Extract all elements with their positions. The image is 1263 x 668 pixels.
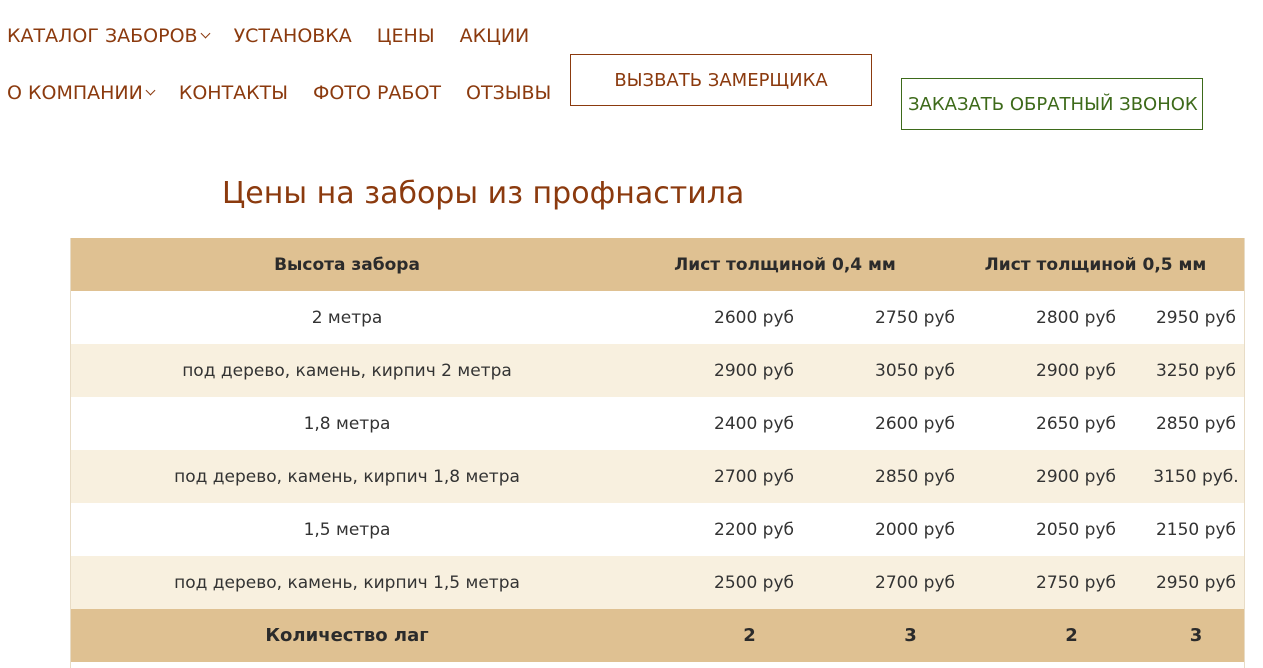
main-nav-row-1: КАТАЛОГ ЗАБОРОВ УСТАНОВКА ЦЕНЫ АКЦИИ: [7, 24, 554, 48]
price-table-body: 2 метра 2600 руб 2750 руб 2800 руб 2950 руб п…: [70, 291, 1245, 609]
footer-value: 2: [946, 609, 1107, 662]
nav-item-photos[interactable]: ФОТО РАБОТ: [313, 81, 441, 105]
chevron-down-icon: [200, 28, 211, 39]
price-cell: 2000 руб: [785, 503, 955, 556]
main-nav-row-2: О КОМПАНИИ КОНТАКТЫ ФОТО РАБОТ ОТЗЫВЫ: [7, 81, 576, 105]
table-row: 1,8 метра 2400 руб 2600 руб 2650 руб 2850 ру…: [70, 397, 1245, 450]
nav-item-promotions[interactable]: АКЦИИ: [460, 24, 530, 48]
call-measurer-button[interactable]: ВЫЗВАТЬ ЗАМЕРЩИКА: [570, 54, 872, 106]
nav-item-label: ФОТО РАБОТ: [313, 82, 442, 104]
price-cell: 2600 руб: [624, 291, 794, 344]
header-height: Высота забора: [70, 238, 624, 291]
page-title: Цены на заборы из профнастила: [222, 176, 745, 211]
price-cell: 2900 руб: [946, 450, 1116, 503]
price-cell: 2800 руб: [946, 291, 1116, 344]
nav-item-label: АКЦИИ: [459, 25, 530, 47]
nav-item-catalog[interactable]: КАТАЛОГ ЗАБОРОВ: [7, 24, 211, 48]
price-cell: 2900 руб: [946, 344, 1116, 397]
row-label: 1,5 метра: [70, 503, 624, 556]
row-label: под дерево, камень, кирпич 2 метра: [70, 344, 624, 397]
nav-item-about[interactable]: О КОМПАНИИ: [7, 81, 156, 105]
header-sheet-05: Лист толщиной 0,5 мм: [946, 238, 1245, 291]
nav-item-label: О КОМПАНИИ: [7, 82, 143, 104]
table-row: под дерево, камень, кирпич 1,8 метра 2700…: [70, 450, 1245, 503]
price-cell: 2650 руб: [946, 397, 1116, 450]
price-cell: 2700 руб: [785, 556, 955, 609]
nav-item-installation[interactable]: УСТАНОВКА: [234, 24, 352, 48]
chevron-down-icon: [145, 85, 156, 96]
table-header-row: Высота забора Лист толщиной 0,4 мм Лист …: [70, 238, 1245, 291]
footer-label: Количество лаг: [70, 609, 624, 662]
nav-item-reviews[interactable]: ОТЗЫВЫ: [466, 81, 551, 105]
price-cell: 2050 руб: [946, 503, 1116, 556]
header-sheet-04: Лист толщиной 0,4 мм: [624, 238, 946, 291]
order-callback-button[interactable]: ЗАКАЗАТЬ ОБРАТНЫЙ ЗВОНОК: [901, 78, 1203, 130]
price-cell: 2150 руб: [1107, 503, 1245, 556]
nav-item-contacts[interactable]: КОНТАКТЫ: [179, 81, 288, 105]
row-label: 1,8 метра: [70, 397, 624, 450]
price-cell: 2750 руб: [785, 291, 955, 344]
price-cell: 3250 руб: [1107, 344, 1245, 397]
price-cell: 2700 руб: [624, 450, 794, 503]
price-cell: 2600 руб: [785, 397, 955, 450]
table-row: под дерево, камень, кирпич 2 метра 2900 р…: [70, 344, 1245, 397]
nav-item-prices[interactable]: ЦЕНЫ: [377, 24, 435, 48]
order-callback-label: ЗАКАЗАТЬ ОБРАТНЫЙ ЗВОНОК: [908, 93, 1198, 115]
price-cell: 2200 руб: [624, 503, 794, 556]
table-footer-row: Количество лаг 2 3 2 3: [70, 609, 1245, 662]
price-table: Высота забора Лист толщиной 0,4 мм Лист …: [70, 238, 1245, 662]
price-cell: 2850 руб: [1107, 397, 1245, 450]
price-cell: 2500 руб: [624, 556, 794, 609]
nav-item-label: ОТЗЫВЫ: [466, 82, 552, 104]
footer-value: 3: [1107, 609, 1245, 662]
table-row: 2 метра 2600 руб 2750 руб 2800 руб 2950 руб: [70, 291, 1245, 344]
nav-item-label: КАТАЛОГ ЗАБОРОВ: [7, 25, 198, 47]
price-cell: 2950 руб: [1107, 291, 1245, 344]
price-cell: 2950 руб: [1107, 556, 1245, 609]
table-row: 1,5 метра 2200 руб 2000 руб 2050 руб 2150 ру…: [70, 503, 1245, 556]
nav-item-label: КОНТАКТЫ: [178, 82, 289, 104]
row-label: под дерево, камень, кирпич 1,5 метра: [70, 556, 624, 609]
footer-value: 3: [785, 609, 946, 662]
call-measurer-label: ВЫЗВАТЬ ЗАМЕРЩИКА: [614, 69, 828, 91]
table-row: под дерево, камень, кирпич 1,5 метра 2500…: [70, 556, 1245, 609]
footer-value: 2: [624, 609, 785, 662]
price-cell: 2900 руб: [624, 344, 794, 397]
row-label: под дерево, камень, кирпич 1,8 метра: [70, 450, 624, 503]
nav-item-label: УСТАНОВКА: [233, 25, 352, 47]
price-cell: 3150 руб.: [1107, 450, 1245, 503]
price-cell: 3050 руб: [785, 344, 955, 397]
nav-item-label: ЦЕНЫ: [376, 25, 435, 47]
price-cell: 2850 руб: [785, 450, 955, 503]
row-label: 2 метра: [70, 291, 624, 344]
price-cell: 2400 руб: [624, 397, 794, 450]
price-cell: 2750 руб: [946, 556, 1116, 609]
